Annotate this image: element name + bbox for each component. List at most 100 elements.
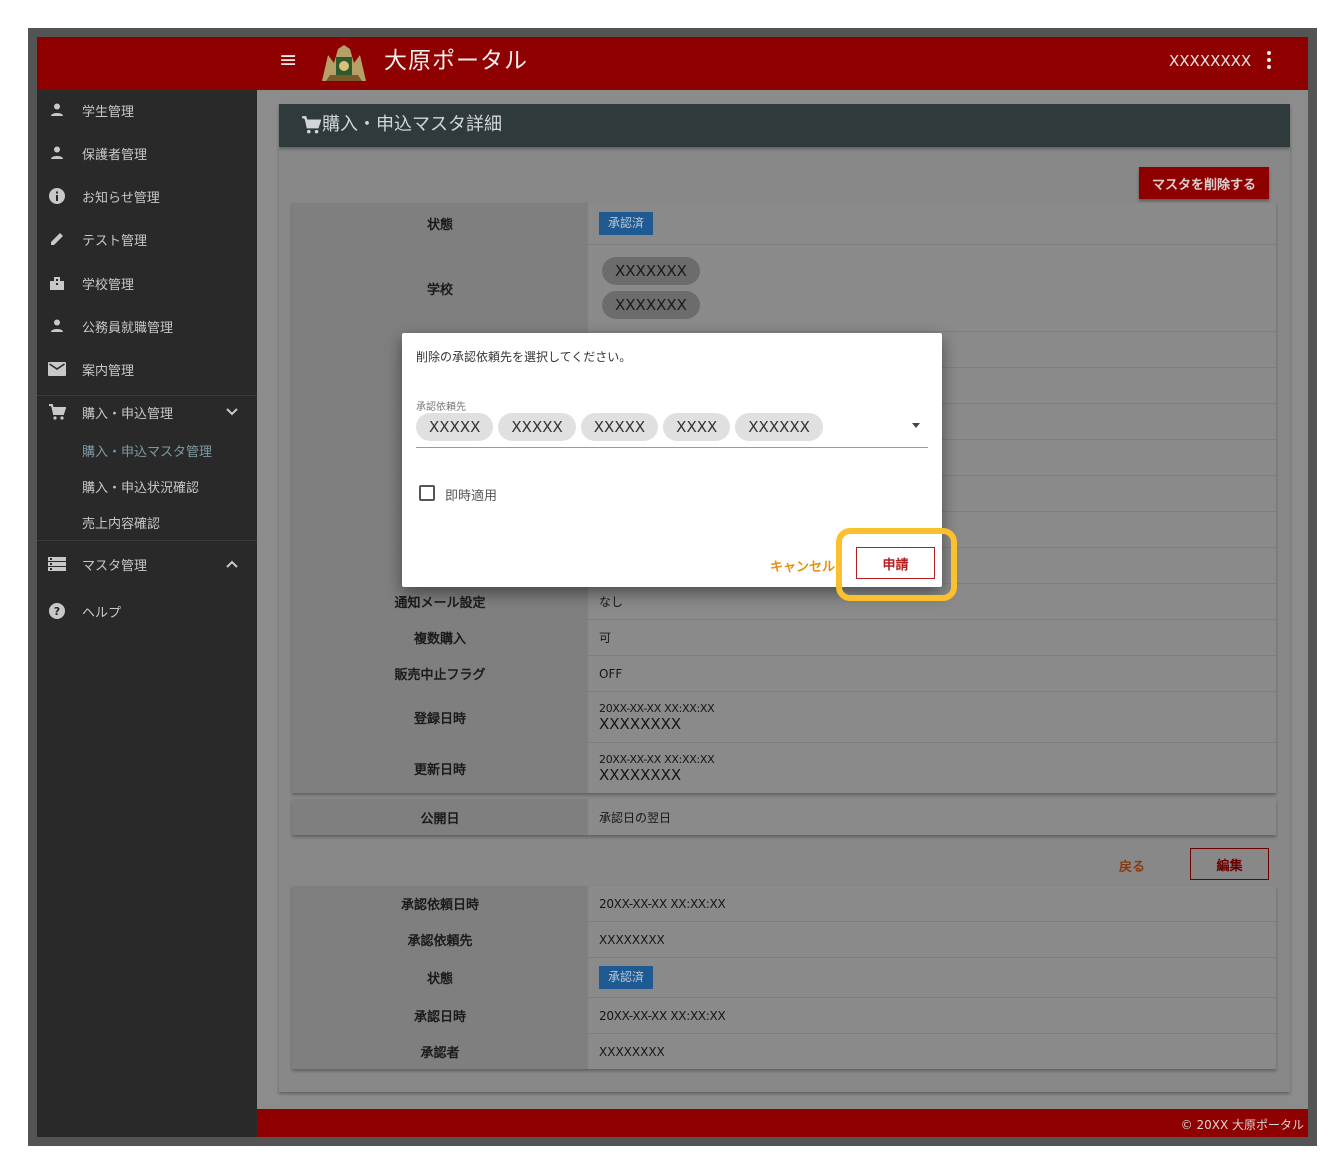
sidebar-subitem-purchase-status[interactable]: 購入・申込状況確認 xyxy=(82,477,199,496)
sidebar-item-purchases[interactable]: 購入・申込管理 xyxy=(37,392,257,432)
sidebar-item-label: マスタ管理 xyxy=(82,558,148,574)
row-value: OFF xyxy=(599,666,623,681)
card-header: 購入・申込マスタ詳細 xyxy=(279,104,1290,147)
created-date: 20XX-XX-XX XX:XX:XX xyxy=(599,701,715,715)
edit-button[interactable]: 編集 xyxy=(1190,848,1269,880)
approver-chip[interactable]: XXXXX xyxy=(416,413,494,441)
app-window: ≡ 大原ポータル XXXXXXXX 学生管理 保護者管理 お知らせ管理 テスト管… xyxy=(37,37,1308,1137)
row-value: 承認日の翌日 xyxy=(599,810,672,825)
updated-date: 20XX-XX-XX XX:XX:XX xyxy=(599,752,715,766)
sidebar-subitem-sales[interactable]: 売上内容確認 xyxy=(82,513,160,532)
person-icon xyxy=(47,143,67,163)
approver-chip[interactable]: XXXXXX xyxy=(735,413,823,441)
apply-button[interactable]: 申請 xyxy=(856,547,935,579)
status-badge: 承認済 xyxy=(599,966,654,989)
created-by: XXXXXXXX xyxy=(599,714,682,733)
row-label: 登録日時 xyxy=(292,692,588,742)
approval-request-dialog: 削除の承認依頼先を選択してください。 承認依頼先 XXXXX XXXXX XXX… xyxy=(402,333,957,601)
row-value: 20XX-XX-XX XX:XX:XX xyxy=(599,896,726,911)
table-row: 更新日時 20XX-XX-XX XX:XX:XX XXXXXXXX xyxy=(292,743,1276,793)
sidebar-item-label: 公務員就職管理 xyxy=(82,320,174,336)
approver-chip[interactable]: XXXX xyxy=(663,413,731,441)
back-button[interactable]: 戻る xyxy=(1119,856,1145,875)
school-chip: XXXXXXX xyxy=(602,257,700,285)
sidebar-item-label: お知らせ管理 xyxy=(82,190,160,206)
sidebar-item-guardians[interactable]: 保護者管理 xyxy=(37,133,257,173)
cart-icon xyxy=(47,402,67,422)
school-chip: XXXXXXX xyxy=(602,291,700,319)
row-label: 通知メール設定 xyxy=(292,584,588,619)
status-badge: 承認済 xyxy=(599,212,654,235)
sidebar-subitem-purchase-master[interactable]: 購入・申込マスタ管理 xyxy=(82,441,212,460)
row-value: XXXXXXXX xyxy=(599,932,665,947)
table-row: 承認依頼先 XXXXXXXX xyxy=(292,922,1276,958)
row-label: 承認依頼日時 xyxy=(292,886,588,921)
cart-icon xyxy=(302,116,321,134)
sidebar-item-schools[interactable]: 学校管理 xyxy=(37,263,257,303)
sidebar-item-label: 学校管理 xyxy=(82,277,135,293)
help-icon: ? xyxy=(47,601,67,621)
immediate-apply-checkbox[interactable] xyxy=(419,485,435,501)
sidebar-item-guides[interactable]: 案内管理 xyxy=(37,349,257,389)
delete-master-button[interactable]: マスタを削除する xyxy=(1139,167,1269,199)
table-row: 承認者 XXXXXXXX xyxy=(292,1034,1276,1069)
sidebar-item-help[interactable]: ? ヘルプ xyxy=(37,591,257,631)
row-label: 状態 xyxy=(292,203,588,244)
dropdown-arrow-icon[interactable] xyxy=(912,423,920,428)
table-row: 承認日時 20XX-XX-XX XX:XX:XX xyxy=(292,998,1276,1034)
page-title: 購入・申込マスタ詳細 xyxy=(322,114,502,135)
table-row: 登録日時 20XX-XX-XX XX:XX:XX XXXXXXXX xyxy=(292,692,1276,743)
person-icon xyxy=(47,100,67,120)
crest-logo-icon xyxy=(322,45,366,81)
list-icon xyxy=(47,554,67,574)
table-row: 通知メール設定 なし xyxy=(292,584,1276,620)
table-row: 公開日 承認日の翌日 xyxy=(292,799,1276,835)
pencil-icon xyxy=(47,229,67,249)
dialog-title: 削除の承認依頼先を選択してください。 xyxy=(416,350,632,364)
row-label: 学校 xyxy=(292,245,588,331)
sidebar-item-label: 案内管理 xyxy=(82,363,135,379)
app-footer: © 20XX 大原ポータル xyxy=(257,1109,1308,1137)
svg-text:?: ? xyxy=(54,605,60,618)
sidebar-item-civil-service[interactable]: 公務員就職管理 xyxy=(37,306,257,346)
sidebar-item-tests[interactable]: テスト管理 xyxy=(37,219,257,259)
updated-by: XXXXXXXX xyxy=(599,765,682,784)
sidebar-item-students[interactable]: 学生管理 xyxy=(37,90,257,130)
chevron-up-icon xyxy=(226,560,238,568)
chevron-down-icon xyxy=(226,408,238,416)
row-label: 販売中止フラグ xyxy=(292,656,588,691)
approver-chip[interactable]: XXXXX xyxy=(580,413,659,441)
info-icon xyxy=(47,186,67,206)
user-name[interactable]: XXXXXXXX xyxy=(1169,51,1251,71)
sidebar-item-label: テスト管理 xyxy=(82,233,148,249)
row-label: 状態 xyxy=(292,958,588,997)
person-icon xyxy=(47,316,67,336)
sidebar-item-notices[interactable]: お知らせ管理 xyxy=(37,176,257,216)
cancel-button[interactable]: キャンセル xyxy=(770,556,835,575)
sidebar-item-label: ヘルプ xyxy=(82,605,122,621)
row-label: 公開日 xyxy=(292,799,588,835)
row-value: XXXXXXXX xyxy=(599,1044,665,1059)
sidebar: 学生管理 保護者管理 お知らせ管理 テスト管理 学校管理 公務員就職管理 案内管… xyxy=(37,90,257,1137)
approval-table: 承認依頼日時 20XX-XX-XX XX:XX:XX 承認依頼先 XXXXXXX… xyxy=(292,886,1276,1069)
sidebar-item-label: 購入・申込管理 xyxy=(82,406,174,422)
approver-chip[interactable]: XXXXX xyxy=(498,413,576,441)
table-row: 状態 承認済 xyxy=(292,958,1276,998)
sidebar-item-master[interactable]: マスタ管理 xyxy=(37,544,257,584)
sidebar-item-label: 保護者管理 xyxy=(82,147,148,163)
mail-icon xyxy=(47,359,67,379)
immediate-apply-label[interactable]: 即時適用 xyxy=(445,485,497,504)
approver-select[interactable]: XXXXX XXXXX XXXXX XXXX XXXXXX xyxy=(416,411,928,448)
publish-table: 公開日 承認日の翌日 xyxy=(292,799,1276,835)
table-row: 承認依頼日時 20XX-XX-XX XX:XX:XX xyxy=(292,886,1276,922)
row-label: 承認者 xyxy=(292,1034,588,1069)
table-row: 学校 XXXXXXX XXXXXXX xyxy=(292,245,1276,332)
building-icon xyxy=(47,273,67,293)
app-header: ≡ 大原ポータル XXXXXXXX xyxy=(37,37,1308,90)
row-label: 複数購入 xyxy=(292,620,588,655)
row-label: 承認依頼先 xyxy=(292,922,588,957)
hamburger-menu-icon[interactable]: ≡ xyxy=(279,50,301,74)
sidebar-divider xyxy=(37,540,257,541)
row-value: 可 xyxy=(599,631,612,645)
more-vert-icon[interactable] xyxy=(1261,48,1277,74)
